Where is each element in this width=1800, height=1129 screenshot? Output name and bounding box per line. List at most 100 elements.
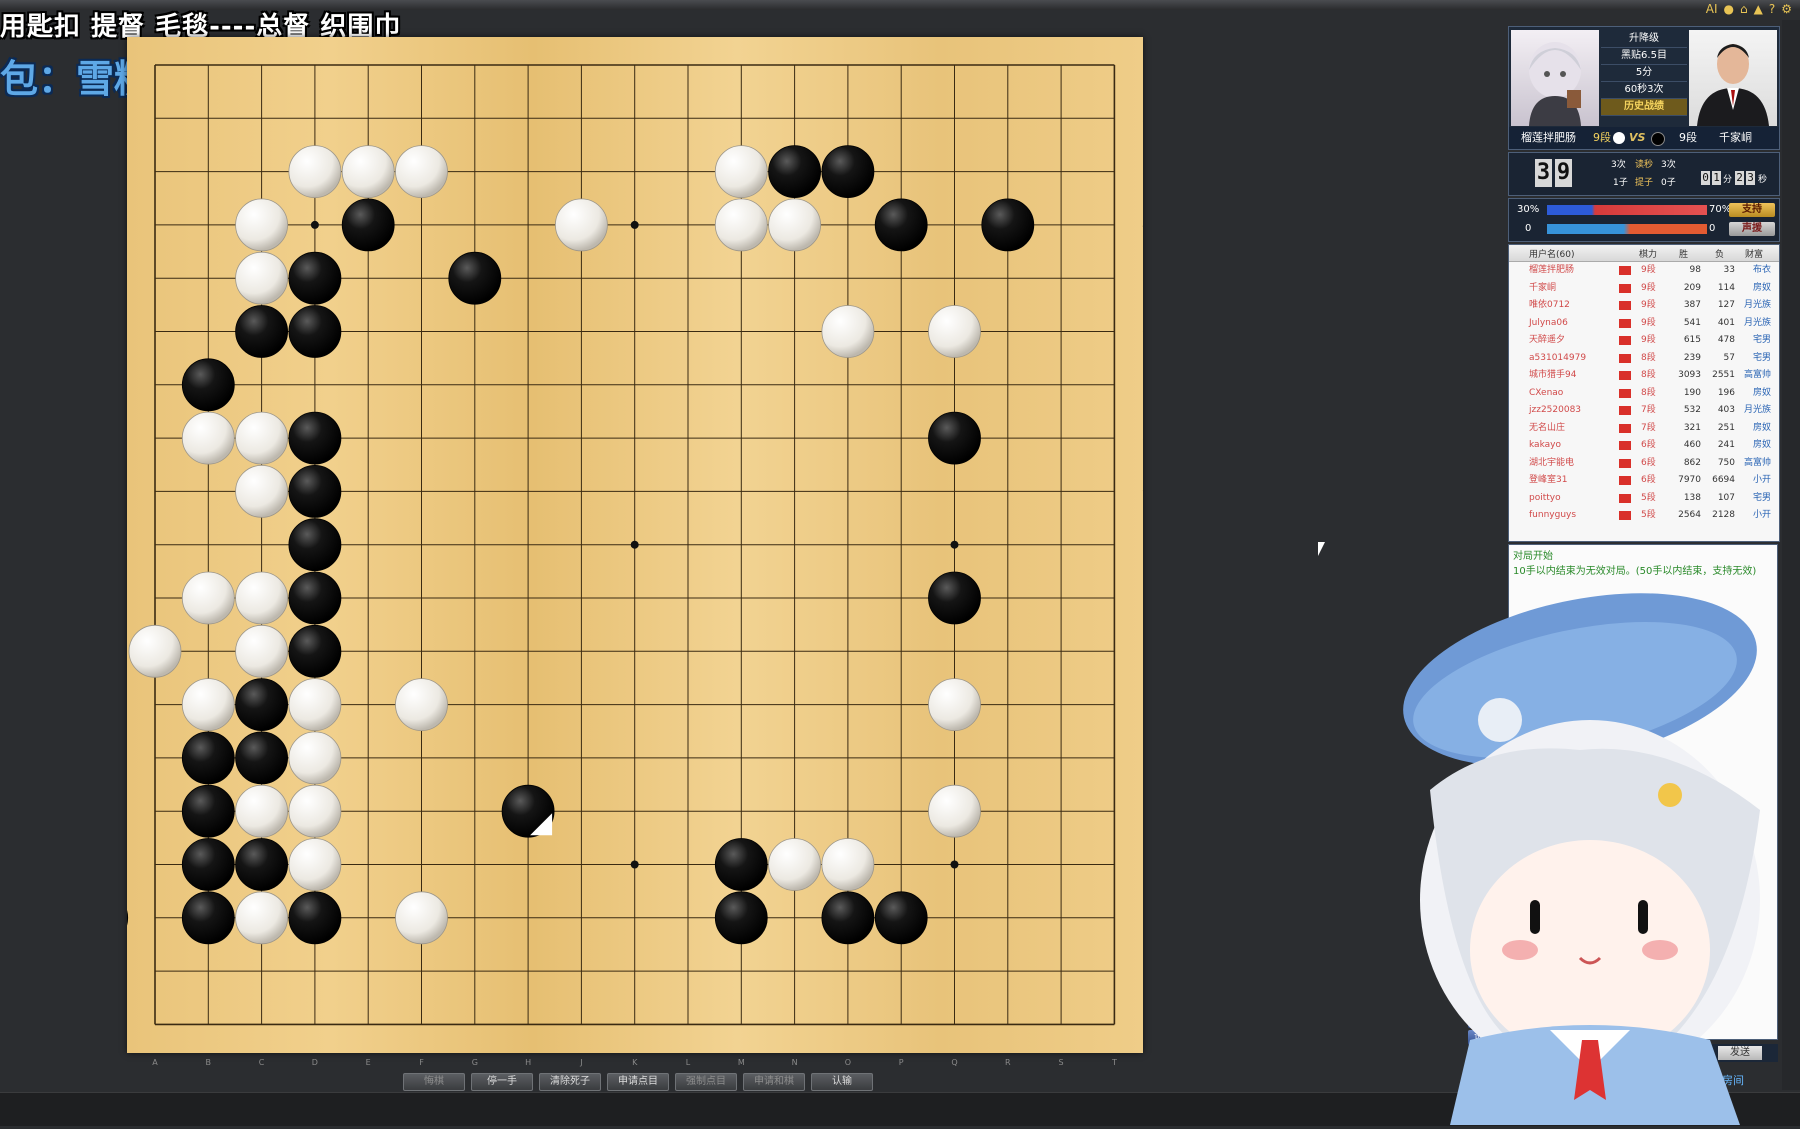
player-names: 榴莲拌肥肠 9段 VS 9段 千家峒	[1509, 127, 1779, 149]
column-label: E	[365, 1058, 371, 1067]
user-row[interactable]: 天醉遥夕 9段 615 478 宅男	[1509, 332, 1779, 350]
user-wins: 387	[1683, 300, 1701, 310]
user-row[interactable]: CXenao 8段 190 196 房奴	[1509, 385, 1779, 403]
row-coordinate: 5	[1142, 274, 1143, 283]
user-row[interactable]: Julyna06 9段 541 401 月光族	[1509, 315, 1779, 333]
ai-icon[interactable]: AI	[1706, 2, 1718, 16]
star-point	[630, 540, 639, 549]
user-name: 榴莲拌肥肠	[1529, 265, 1575, 275]
user-row[interactable]: 唯依0712 9段 387 127 月光族	[1509, 297, 1779, 315]
cheer-bar	[1547, 224, 1707, 234]
col-win[interactable]: 胜	[1679, 247, 1688, 260]
white-stone	[288, 838, 342, 891]
help-icon[interactable]: ?	[1769, 2, 1775, 16]
action-button[interactable]: 强制点目	[675, 1073, 737, 1091]
col-loss[interactable]: 负	[1715, 247, 1724, 260]
user-row[interactable]: 城市猎手94 8段 3093 2551 高富帅	[1509, 367, 1779, 385]
white-stone	[821, 838, 875, 891]
rule-komi: 黑贴6.5目	[1601, 48, 1687, 65]
user-row[interactable]: funnyguys 5段 2564 2128 小开	[1509, 507, 1779, 525]
clock-digit: 2	[1735, 171, 1744, 185]
black-stone	[288, 891, 342, 945]
user-row[interactable]: 登峰室31 6段 7970 6694 小开	[1509, 472, 1779, 490]
user-rank: 5段	[1641, 510, 1656, 520]
country-flag-icon	[1619, 318, 1631, 328]
col-wealth[interactable]: 财富	[1745, 247, 1763, 260]
white-stone	[768, 198, 821, 252]
window-toolbar: AI ● ⌂ ▲ ? ⚙	[1706, 2, 1792, 16]
white-stone	[928, 678, 981, 731]
user-row[interactable]: poittyo 5段 138 107 宅男	[1509, 490, 1779, 508]
column-label: S	[1058, 1058, 1064, 1067]
col-username[interactable]: 用户名(60)	[1529, 247, 1574, 260]
action-button[interactable]: 停一手	[471, 1073, 533, 1091]
rule-time: 5分	[1601, 65, 1687, 82]
user-row[interactable]: 湖北宇能电 6段 862 750 高富帅	[1509, 455, 1779, 473]
black-player-name[interactable]: 榴莲拌肥肠	[1521, 127, 1576, 149]
user-name: funnyguys	[1529, 510, 1577, 520]
user-losses: 127	[1717, 300, 1735, 310]
black-player-avatar[interactable]	[1511, 30, 1599, 126]
country-flag-icon	[1619, 511, 1631, 520]
black-stone	[127, 910, 129, 926]
white-stone	[235, 571, 289, 625]
user-row[interactable]: 无名山庄 7段 321 251 房奴	[1509, 420, 1779, 438]
user-wins: 460	[1683, 440, 1701, 450]
action-button[interactable]: 申请点目	[607, 1073, 669, 1091]
shirt-icon[interactable]: ▲	[1754, 2, 1763, 16]
col-rank[interactable]: 棋力	[1639, 247, 1657, 260]
history-record-button[interactable]: 历史战绩	[1601, 99, 1687, 116]
white-stone	[288, 784, 342, 838]
black-stone	[714, 838, 768, 891]
action-button[interactable]: 申请和棋	[743, 1073, 805, 1091]
action-button[interactable]: 清除死子	[539, 1073, 601, 1091]
clock-digit: 3	[1746, 171, 1755, 185]
white-player-avatar[interactable]	[1689, 30, 1777, 126]
home-icon[interactable]: ⌂	[1740, 2, 1748, 16]
board-grid[interactable]: 12345678910111213141516171819	[127, 37, 1143, 1053]
user-row[interactable]: kakayo 6段 460 241 房奴	[1509, 437, 1779, 455]
user-wealth: 宅男	[1752, 492, 1771, 503]
user-rank: 9段	[1641, 335, 1656, 345]
user-losses: 196	[1717, 387, 1735, 398]
user-wealth: 房奴	[1752, 422, 1771, 433]
captures-label: 提子	[1635, 178, 1654, 188]
row-coordinate: 7	[1142, 381, 1143, 390]
rule-byoyomi: 60秒3次	[1601, 82, 1687, 99]
action-bar: 悔棋 停一手 清除死子 申请点目 强制点目 申请和棋 认输	[403, 1073, 873, 1091]
black-stone	[288, 624, 342, 678]
column-label: G	[471, 1058, 478, 1067]
person-icon[interactable]: ●	[1724, 2, 1734, 16]
user-rank: 9段	[1641, 317, 1656, 328]
user-wealth: 小开	[1752, 510, 1771, 520]
user-wealth: 布衣	[1752, 265, 1771, 275]
white-stone	[714, 198, 768, 252]
black-stone	[181, 784, 235, 838]
user-row[interactable]: 榴莲拌肥肠 9段 98 33 布衣	[1509, 262, 1779, 280]
action-button[interactable]: 悔棋	[403, 1073, 465, 1091]
row-coordinate: 3	[1142, 168, 1143, 177]
byoyomi-label: 读秒	[1635, 160, 1654, 170]
cheer-button[interactable]: 声援	[1729, 222, 1775, 236]
match-info: 升降级 黑贴6.5目 5分 60秒3次 历史战绩 榴莲拌肥肠 9段 VS 9段 …	[1508, 26, 1780, 150]
white-stone-icon	[1613, 132, 1625, 144]
gear-icon[interactable]: ⚙	[1781, 2, 1792, 16]
user-row[interactable]: 千家峒 9段 209 114 房奴	[1509, 280, 1779, 298]
support-button[interactable]: 支持	[1729, 203, 1775, 217]
user-row[interactable]: a531014979 8段 239 57 宅男	[1509, 350, 1779, 368]
go-board[interactable]: 12345678910111213141516171819	[127, 37, 1143, 1053]
clock-unit: 分	[1723, 175, 1733, 185]
country-flag-icon	[1619, 493, 1631, 503]
captures-right: 0子	[1661, 178, 1676, 188]
user-row[interactable]: jzz2520083 7段 532 403 月光族	[1509, 402, 1779, 420]
user-losses: 107	[1717, 492, 1735, 503]
action-button[interactable]: 认输	[811, 1073, 873, 1091]
user-wins: 862	[1683, 457, 1701, 468]
country-flag-icon	[1619, 301, 1631, 310]
row-coordinate: 8	[1142, 434, 1143, 443]
country-flag-icon	[1619, 353, 1631, 363]
white-stone	[341, 145, 395, 199]
white-player-name[interactable]: 千家峒	[1719, 127, 1752, 149]
white-stone	[235, 891, 289, 945]
black-stone	[181, 891, 235, 945]
